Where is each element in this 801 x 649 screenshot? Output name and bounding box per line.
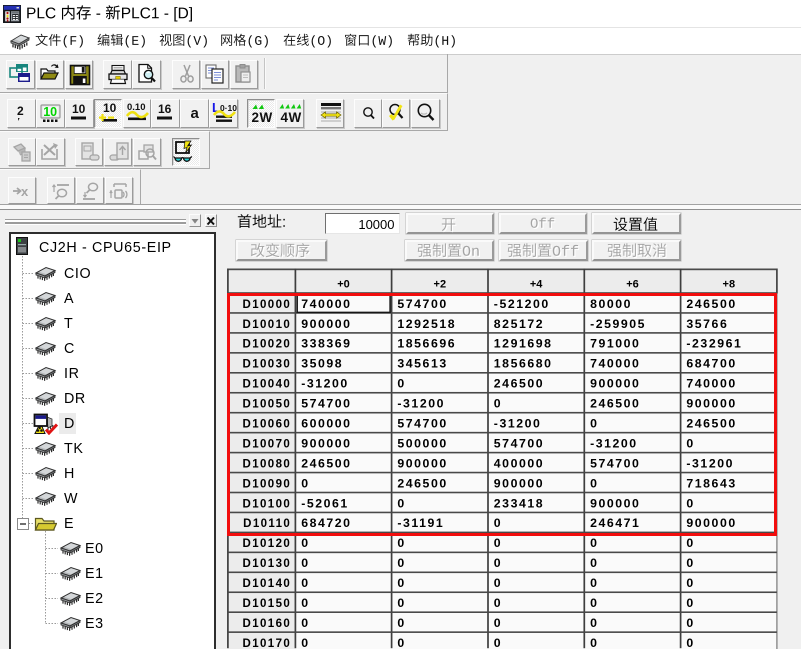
svg-text:2W: 2W <box>251 110 272 125</box>
svg-text:D10130: D10130 <box>243 558 292 570</box>
svg-text:0: 0 <box>494 576 502 590</box>
svg-text:0: 0 <box>397 616 405 630</box>
svg-text:+6: +6 <box>626 279 639 291</box>
svg-text:0: 0 <box>686 616 694 630</box>
svg-text:0: 0 <box>301 596 309 610</box>
svg-text:4W: 4W <box>280 110 301 125</box>
svg-text:D10170: D10170 <box>243 638 292 649</box>
svg-text:0: 0 <box>590 576 598 590</box>
svg-text:D10140: D10140 <box>243 578 292 590</box>
svg-text:D10150: D10150 <box>243 598 292 610</box>
svg-text:+4: +4 <box>530 279 543 291</box>
svg-text:0: 0 <box>397 596 405 610</box>
svg-text:0: 0 <box>397 576 405 590</box>
svg-text:0: 0 <box>686 636 694 649</box>
svg-text:0: 0 <box>686 556 694 570</box>
svg-text:0: 0 <box>494 596 502 610</box>
svg-text:0: 0 <box>686 576 694 590</box>
svg-text:0: 0 <box>397 536 405 550</box>
svg-text:0: 0 <box>397 636 405 649</box>
svg-text:+2: +2 <box>434 279 447 291</box>
svg-text:0: 0 <box>301 576 309 590</box>
svg-text:0: 0 <box>590 596 598 610</box>
svg-text:0: 0 <box>686 536 694 550</box>
svg-text:D10160: D10160 <box>243 618 292 630</box>
svg-text:D10120: D10120 <box>243 538 292 550</box>
svg-text:0: 0 <box>590 536 598 550</box>
svg-text:0: 0 <box>590 556 598 570</box>
svg-text:0: 0 <box>494 536 502 550</box>
svg-text:0: 0 <box>494 556 502 570</box>
svg-text:0: 0 <box>301 636 309 649</box>
svg-text:0: 0 <box>686 596 694 610</box>
svg-text:0: 0 <box>301 556 309 570</box>
svg-text:0: 0 <box>494 616 502 630</box>
svg-text:+0: +0 <box>337 279 350 291</box>
svg-text:0: 0 <box>494 636 502 649</box>
svg-text:0: 0 <box>590 636 598 649</box>
svg-text:+8: +8 <box>723 279 736 291</box>
svg-text:0: 0 <box>590 616 598 630</box>
svg-text:0: 0 <box>301 536 309 550</box>
svg-text:0: 0 <box>301 616 309 630</box>
svg-text:0: 0 <box>397 556 405 570</box>
